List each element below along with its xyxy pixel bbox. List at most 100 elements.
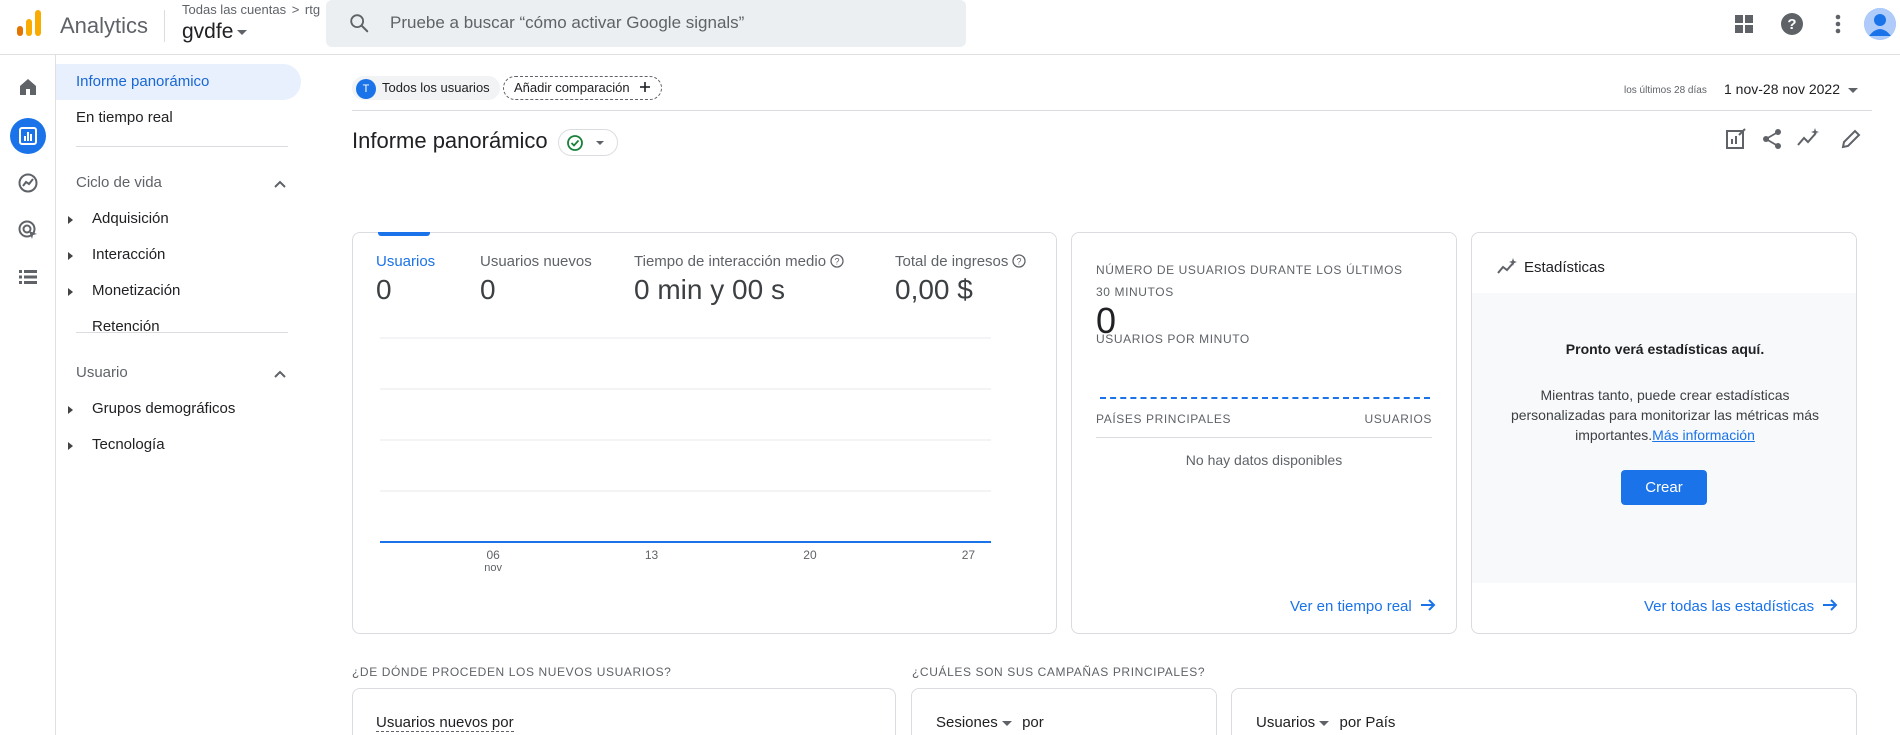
side-navigation: Informe panorámico En tiempo real Ciclo … xyxy=(56,55,306,735)
link-label: Ver en tiempo real xyxy=(1290,598,1412,615)
date-range-label: los últimos 28 días xyxy=(1624,85,1707,96)
rail-home[interactable] xyxy=(10,69,46,105)
insights-title: Estadísticas xyxy=(1524,259,1605,276)
x-tick-label: 13 xyxy=(645,548,659,562)
help-icon[interactable]: ? xyxy=(1778,10,1806,38)
metric-label: Usuarios nuevos xyxy=(480,253,592,270)
metric-users[interactable]: Usuarios 0 xyxy=(376,253,435,306)
rail-reports[interactable] xyxy=(10,118,46,154)
metric-new-users[interactable]: Usuarios nuevos 0 xyxy=(480,253,592,306)
add-comparison-label: Añadir comparación xyxy=(514,80,630,95)
search-input[interactable] xyxy=(390,8,930,38)
svg-text:?: ? xyxy=(1787,16,1796,33)
advertising-icon xyxy=(18,220,37,239)
empty-state: No hay datos disponibles xyxy=(1185,452,1343,468)
new-users-dimension-selector[interactable]: Usuarios nuevos por xyxy=(376,714,514,732)
create-insight-button[interactable]: Crear xyxy=(1621,470,1707,505)
metric-label: Sesiones xyxy=(936,714,998,731)
property-name: gvdfe xyxy=(182,20,234,43)
metric-total-revenue[interactable]: Total de ingresos? 0,00 $ xyxy=(895,253,1027,306)
arrow-right-icon xyxy=(1420,599,1436,611)
nav-demographics[interactable]: Grupos demográficos xyxy=(56,391,301,427)
caret-down-icon xyxy=(237,29,248,35)
more-vert-icon[interactable] xyxy=(1824,10,1852,38)
link-label: Ver todas las estadísticas xyxy=(1644,598,1815,615)
search-bar[interactable] xyxy=(326,0,966,47)
users-metric-selector[interactable]: Usuarios xyxy=(1256,714,1330,731)
nav-group-user[interactable]: Usuario xyxy=(56,355,301,391)
insights-headline: Pronto verá estadísticas aquí. xyxy=(1565,341,1765,357)
insights-text: Mientras tanto, puede crear estadísticas… xyxy=(1500,385,1830,445)
metric-engagement-time[interactable]: Tiempo de interacción medio? 0 min y 00 … xyxy=(634,253,844,306)
nav-realtime[interactable]: En tiempo real xyxy=(56,100,301,136)
selected-metric-indicator xyxy=(378,232,430,236)
apps-icon[interactable] xyxy=(1730,10,1758,38)
nav-engagement[interactable]: Interacción xyxy=(56,237,301,273)
nav-item-label: Monetización xyxy=(92,282,181,299)
section-question-campaigns: ¿CUÁLES SON SUS CAMPAÑAS PRINCIPALES? xyxy=(912,665,1206,679)
plus-icon xyxy=(640,82,651,92)
metric-label: Tiempo de interacción medio xyxy=(634,253,827,270)
chevron-up-icon xyxy=(274,180,286,188)
rail-configure[interactable] xyxy=(10,259,46,295)
svg-text:?: ? xyxy=(835,257,840,267)
nav-technology[interactable]: Tecnología xyxy=(56,427,301,463)
share-icon[interactable] xyxy=(1759,126,1785,152)
view-realtime-link[interactable]: Ver en tiempo real xyxy=(1290,598,1436,615)
users-line-chart: 06nov 13 20 27 xyxy=(380,337,991,574)
insights-icon[interactable] xyxy=(1795,126,1821,152)
metric-label: Total de ingresos xyxy=(895,253,1009,270)
insights-icon xyxy=(1497,258,1517,274)
help-outline-icon[interactable]: ? xyxy=(1012,254,1027,268)
breadcrumb-account[interactable]: rtg xyxy=(305,2,320,17)
sessions-metric-selector[interactable]: Sesiones xyxy=(936,714,1012,731)
edit-icon[interactable] xyxy=(1838,126,1864,152)
date-range-value: 1 nov-28 nov 2022 xyxy=(1724,81,1840,97)
breadcrumb-separator: > xyxy=(291,2,300,17)
nav-monetization[interactable]: Monetización xyxy=(56,273,301,309)
explore-icon xyxy=(18,173,38,193)
account-avatar[interactable] xyxy=(1864,8,1896,40)
expand-arrow-icon xyxy=(68,216,73,224)
metric-value: 0 xyxy=(480,274,496,305)
caret-down-icon xyxy=(1847,87,1858,93)
customize-report-icon[interactable] xyxy=(1723,126,1749,152)
nav-overview[interactable]: Informe panorámico xyxy=(56,64,301,100)
rail-advertising[interactable] xyxy=(10,212,46,248)
realtime-heading: NÚMERO DE USUARIOS DURANTE LOS ÚLTIMOS 3… xyxy=(1096,263,1403,299)
check-circle-icon xyxy=(567,135,604,151)
nav-acquisition[interactable]: Adquisición xyxy=(56,201,301,237)
segment-badge: T xyxy=(356,78,376,99)
report-status-button[interactable] xyxy=(558,129,618,156)
chart-x-axis: 06nov 13 20 27 xyxy=(484,548,975,574)
breadcrumb-root[interactable]: Todas las cuentas xyxy=(182,2,286,17)
add-comparison-button[interactable]: Añadir comparación xyxy=(503,76,663,100)
date-range-picker[interactable]: 1 nov-28 nov 2022 xyxy=(1724,81,1858,97)
expand-arrow-icon xyxy=(68,406,73,414)
expand-arrow-icon xyxy=(68,288,73,296)
nav-retention[interactable]: Retención xyxy=(56,309,301,345)
nav-group-lifecycle[interactable]: Ciclo de vida xyxy=(56,165,301,201)
per-minute-label: USUARIOS POR MINUTO xyxy=(1096,332,1250,346)
help-outline-icon[interactable]: ? xyxy=(830,254,844,268)
x-tick-label: 20 xyxy=(803,548,817,562)
page-title: Informe panorámico xyxy=(352,128,548,153)
left-rail xyxy=(0,55,56,735)
view-all-insights-link[interactable]: Ver todas las estadísticas xyxy=(1644,598,1838,615)
nav-item-label: Interacción xyxy=(92,246,166,263)
users-card-header: Usuarios por País xyxy=(1256,714,1395,731)
configure-icon xyxy=(19,270,37,284)
nav-divider xyxy=(76,332,288,333)
reports-icon xyxy=(19,127,37,145)
rail-explore[interactable] xyxy=(10,165,46,201)
segment-label: Todos los usuarios xyxy=(382,80,490,95)
segment-chip[interactable]: T Todos los usuarios xyxy=(352,76,500,100)
account-breadcrumb[interactable]: Todas las cuentas > rtg xyxy=(182,2,320,17)
nav-item-label: Adquisición xyxy=(92,210,169,227)
nav-item-label: Tecnología xyxy=(92,436,165,453)
metric-label: Usuarios xyxy=(376,253,436,270)
more-info-link[interactable]: Más información xyxy=(1652,427,1755,443)
property-selector[interactable]: gvdfe xyxy=(182,20,248,44)
person-icon xyxy=(1864,8,1896,40)
dimension-suffix: por xyxy=(1022,714,1044,731)
